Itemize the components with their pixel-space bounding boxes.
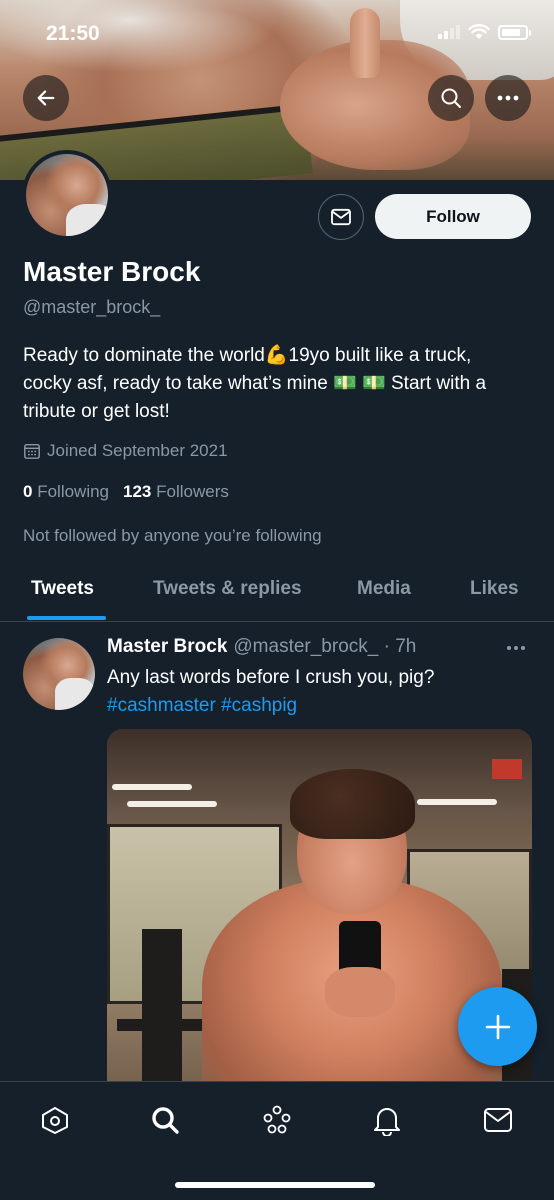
bottom-navigation [0, 1081, 554, 1200]
media-hand [325, 967, 395, 1017]
user-handle: @master_brock_ [23, 297, 161, 317]
arrow-left-icon [37, 90, 55, 106]
followers-label: Followers [156, 482, 229, 501]
more-options-button[interactable] [485, 75, 531, 121]
nav-spaces[interactable] [257, 1100, 297, 1140]
followers-link[interactable]: 123 Followers [123, 482, 229, 502]
search-icon [441, 88, 461, 108]
media-exit-sign [492, 759, 522, 779]
tab-tweets-replies[interactable]: Tweets & replies [153, 578, 302, 600]
tweet-text: Any last words before I crush you, pig? … [107, 664, 527, 720]
media-light [112, 784, 192, 790]
battery-icon [498, 24, 531, 40]
tweet-author-name[interactable]: Master Brock [107, 636, 227, 658]
tab-likes[interactable]: Likes [470, 578, 519, 600]
back-button[interactable] [23, 75, 69, 121]
message-button[interactable] [318, 194, 364, 240]
joined-text: Joined September 2021 [47, 441, 228, 460]
status-icons [438, 24, 531, 40]
following-label: Following [37, 482, 110, 501]
tweet-more-button[interactable] [506, 638, 526, 656]
home-indicator [175, 1182, 375, 1188]
nav-home[interactable] [35, 1100, 75, 1140]
more-horizontal-icon [497, 95, 519, 101]
nav-search[interactable] [145, 1100, 185, 1140]
followers-count: 123 [123, 482, 152, 501]
envelope-icon [331, 208, 351, 226]
profile-avatar[interactable] [22, 150, 112, 240]
tweet-meta: @master_brock_ · 7h [233, 636, 417, 657]
cellular-signal-icon [438, 25, 460, 39]
envelope-icon [484, 1108, 512, 1132]
tweet-header: Master Brock @master_brock_ · 7h [107, 636, 416, 658]
media-light [127, 801, 217, 807]
tab-tweets[interactable]: Tweets [31, 578, 94, 600]
calendar-icon [24, 443, 40, 459]
spaces-icon [263, 1105, 291, 1134]
joined-date: Joined September 2021 [23, 441, 228, 461]
plus-icon [485, 1014, 510, 1039]
active-tab-indicator [27, 616, 106, 620]
follow-counts: 0 Following 123 Followers [23, 482, 229, 502]
follow-button[interactable]: Follow [375, 194, 531, 239]
media-person-hair [290, 769, 415, 839]
bell-icon [374, 1108, 400, 1136]
not-followed-notice: Not followed by anyone you’re following [23, 526, 322, 545]
tweet-avatar[interactable] [23, 638, 95, 710]
media-gym-rack [117, 1019, 207, 1031]
compose-tweet-button[interactable] [458, 987, 537, 1066]
profile-search-button[interactable] [428, 75, 474, 121]
profile-bio: Ready to dominate the world💪19yo built l… [23, 345, 487, 422]
wifi-icon [468, 24, 490, 39]
profile-tabs: Tweets Tweets & replies Media Likes [0, 560, 554, 622]
more-horizontal-icon [507, 646, 525, 650]
status-time: 21:50 [46, 22, 100, 45]
tweet-body: Any last words before I crush you, pig? [107, 667, 435, 688]
display-name: Master Brock [23, 256, 201, 287]
tab-media[interactable]: Media [357, 578, 411, 600]
hashtag-link[interactable]: #cashmaster [107, 695, 216, 716]
home-icon [42, 1107, 68, 1134]
media-light [417, 799, 497, 805]
nav-messages[interactable] [478, 1100, 518, 1140]
nav-notifications[interactable] [367, 1100, 407, 1140]
following-link[interactable]: 0 Following [23, 482, 109, 502]
status-bar: 21:50 [0, 0, 554, 70]
hashtag-link[interactable]: #cashpig [221, 695, 297, 716]
search-icon [152, 1107, 179, 1134]
following-count: 0 [23, 482, 33, 501]
